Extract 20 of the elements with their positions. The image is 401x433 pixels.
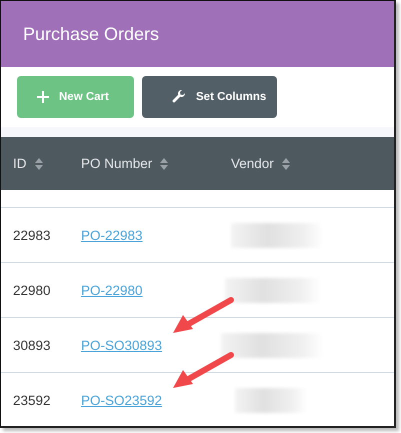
sort-icon[interactable] xyxy=(160,158,168,170)
new-cart-button[interactable]: New Cart xyxy=(17,76,134,118)
column-header[interactable]: PO Number xyxy=(81,156,152,171)
plus-icon xyxy=(37,91,49,103)
column-header[interactable]: ID xyxy=(13,156,26,171)
table-cell: 22983 xyxy=(13,228,51,242)
po-link[interactable]: PO-22980 xyxy=(81,282,143,298)
blurred-redaction xyxy=(235,388,307,412)
po-link[interactable]: PO-SO30893 xyxy=(81,338,162,352)
po-link[interactable]: PO-22983 xyxy=(81,228,143,242)
table-cell: 23592 xyxy=(13,392,51,408)
column-header[interactable]: Vendor xyxy=(231,156,274,171)
table-cell: 22980 xyxy=(13,282,51,298)
sort-icon[interactable] xyxy=(282,158,290,170)
page-title: Purchase Orders xyxy=(23,24,160,44)
sort-icon[interactable] xyxy=(34,158,42,170)
wrench-icon xyxy=(172,90,186,104)
table-cell: 30893 xyxy=(13,338,51,352)
po-link[interactable]: PO-SO23592 xyxy=(81,392,162,408)
set-columns-button[interactable]: Set Columns xyxy=(142,76,277,118)
